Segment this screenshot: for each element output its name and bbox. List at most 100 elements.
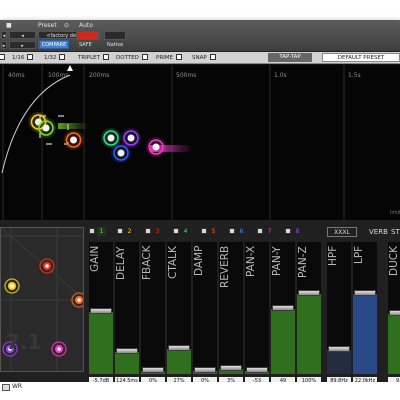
- checkbox-icon[interactable]: [201, 228, 207, 234]
- panner-dot[interactable]: [4, 278, 20, 294]
- checkbox-icon[interactable]: [285, 228, 291, 234]
- write-label: WR: [12, 383, 23, 390]
- tempo-option-label: SNAP: [192, 55, 207, 61]
- fader-damp[interactable]: DAMP: [193, 242, 217, 374]
- fader-label: DELAY: [115, 246, 127, 280]
- fader-handle[interactable]: [168, 345, 190, 351]
- tap-tap-button[interactable]: TAP-TAP: [268, 53, 312, 62]
- tap-trail: [58, 123, 88, 129]
- fader-handle[interactable]: [272, 305, 294, 311]
- delay-tap[interactable]: [36, 118, 56, 138]
- delay-tap[interactable]: [63, 130, 84, 150]
- fader-lpf[interactable]: LPF: [353, 242, 377, 374]
- panner-dot[interactable]: [51, 341, 67, 357]
- delay-tap[interactable]: [111, 143, 131, 163]
- fader-reverb[interactable]: REVERB: [219, 242, 243, 374]
- channel-tab-5[interactable]: 5: [201, 227, 218, 237]
- checkbox-icon[interactable]: [229, 228, 235, 234]
- checkbox-icon[interactable]: [145, 228, 151, 234]
- tempo-option-label: 1/16: [12, 55, 25, 61]
- preset-next-button[interactable]: ▸: [9, 41, 36, 49]
- checkbox-icon[interactable]: [117, 228, 123, 234]
- fader-handle[interactable]: [142, 367, 164, 373]
- automation-button[interactable]: [76, 31, 99, 40]
- fader-duck[interactable]: DUCK: [388, 242, 400, 374]
- plugin-header: ■ Preset ⊙ Auto ◂ ▸ ◂ ▸ <factory default…: [0, 20, 400, 52]
- panner-dot[interactable]: [39, 258, 55, 274]
- fader-delay[interactable]: DELAY: [115, 242, 139, 374]
- default-preset-button[interactable]: DEFAULT PRESET: [322, 53, 400, 62]
- tempo-option-triplet[interactable]: TRIPLET: [78, 54, 110, 62]
- lower-panel: 7.1 1 2 3 4 5 6 7 8 XXXL VERB ST GAIN -5.7dB DELAY 124…: [0, 220, 400, 382]
- fader-pan-x[interactable]: PAN-X: [245, 242, 269, 374]
- time-label: 200ms: [89, 72, 110, 79]
- channel-tab-6[interactable]: 6: [229, 227, 246, 237]
- channel-tab-4[interactable]: 4: [173, 227, 190, 237]
- fader-handle[interactable]: [246, 367, 268, 373]
- preset-menu-icon[interactable]: ⊙: [64, 22, 69, 29]
- fader-gain[interactable]: GAIN: [89, 242, 113, 374]
- fader-pan-z[interactable]: PAN-Z: [297, 242, 321, 374]
- fader-handle[interactable]: [220, 365, 242, 371]
- channel-tab-3[interactable]: 3: [145, 227, 162, 237]
- checkbox-icon[interactable]: [175, 54, 182, 60]
- fader-label: REVERB: [219, 246, 231, 289]
- tempo-option-label: TRIPLET: [78, 55, 101, 61]
- midi-button[interactable]: [104, 31, 126, 40]
- compare-button[interactable]: COMPARE: [39, 40, 69, 49]
- tempo-option-1-32[interactable]: 1/32: [44, 54, 66, 62]
- preset-left-button[interactable]: ◂: [1, 31, 7, 39]
- checkbox-icon[interactable]: [257, 228, 263, 234]
- channel-tab-2[interactable]: 2: [117, 227, 134, 237]
- bottom-strip: WR: [0, 382, 400, 400]
- stereo-label: ST: [391, 228, 400, 236]
- playhead-marker-icon[interactable]: [67, 65, 73, 71]
- fader-fback[interactable]: FBACK: [141, 242, 165, 374]
- checkbox-icon[interactable]: [103, 54, 110, 60]
- fader-handle[interactable]: [298, 290, 320, 296]
- fader-handle[interactable]: [194, 367, 216, 373]
- preset-copy-button[interactable]: ▸: [1, 41, 7, 49]
- fader-ctalk[interactable]: CTALK: [167, 242, 191, 374]
- checkbox-icon[interactable]: [59, 54, 66, 60]
- tempo-option-dotted[interactable]: DOTTED: [116, 54, 148, 62]
- surround-panner[interactable]: 7.1: [0, 227, 84, 372]
- fader-label: PAN-X: [245, 246, 257, 278]
- fader-label: HPF: [327, 246, 339, 267]
- checkbox-icon[interactable]: [0, 54, 5, 60]
- delay-tap[interactable]: [146, 137, 166, 157]
- time-label: 40ms: [8, 72, 25, 79]
- channel-tab-1[interactable]: 1: [89, 227, 106, 237]
- delay-display[interactable]: 40ms 100ms 200ms 500ms 1.0s 1.5s limit: [0, 65, 400, 220]
- tempo-option-snap[interactable]: SNAP: [192, 54, 216, 62]
- channel-tab-7[interactable]: 7: [257, 227, 274, 237]
- mode-button[interactable]: XXXL: [327, 227, 357, 237]
- write-checkbox-icon[interactable]: [2, 384, 10, 391]
- checkbox-icon[interactable]: [173, 228, 179, 234]
- checkbox-icon[interactable]: [141, 54, 148, 60]
- fader-pan-y[interactable]: PAN-Y: [271, 242, 295, 374]
- fader-handle[interactable]: [90, 308, 112, 314]
- fader-label: PAN-Z: [297, 246, 309, 278]
- tempo-option-label: DOTTED: [116, 55, 139, 61]
- checkbox-icon[interactable]: [27, 54, 34, 60]
- checkbox-icon[interactable]: [209, 54, 216, 60]
- delay-taps[interactable]: [28, 112, 167, 163]
- channel-tab-8[interactable]: 8: [285, 227, 302, 237]
- preset-label: Preset: [38, 22, 57, 29]
- preset-prev-button[interactable]: ◂: [9, 31, 36, 39]
- fader-handle[interactable]: [116, 348, 138, 354]
- tempo-option-1-16[interactable]: 1/16: [12, 54, 34, 62]
- fader-hpf[interactable]: HPF: [327, 242, 351, 374]
- checkbox-icon[interactable]: [89, 228, 95, 234]
- fader-handle[interactable]: [389, 310, 400, 316]
- tempo-option[interactable]: [0, 54, 5, 62]
- tempo-option-prime[interactable]: PRIME: [156, 54, 182, 62]
- safe-label[interactable]: SAFE: [79, 42, 92, 48]
- native-label[interactable]: Native: [107, 42, 123, 48]
- fader-handle[interactable]: [354, 290, 376, 296]
- fader-handle[interactable]: [328, 346, 350, 352]
- fader-label: DUCK: [388, 246, 400, 276]
- time-label: 1.5s: [348, 72, 361, 79]
- fader-label: DAMP: [193, 246, 205, 277]
